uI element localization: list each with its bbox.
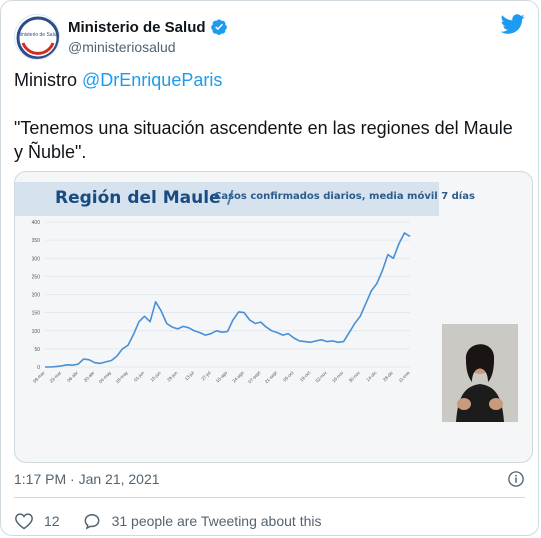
x-tick-label: 29-jun bbox=[166, 370, 179, 383]
x-tick-label: 24-ago bbox=[231, 370, 245, 384]
tweet-header: Ministerio de Salud Ministerio de Salud … bbox=[14, 14, 525, 62]
x-tick-label: 28-dic bbox=[382, 370, 395, 383]
tweet-prefix: Ministro bbox=[14, 70, 83, 90]
chart-image: Región del Maule / Casos confirmados dia… bbox=[15, 172, 532, 462]
x-tick-label: 23-mar bbox=[49, 370, 63, 384]
tweet-line-1: Ministro @DrEnriqueParis bbox=[14, 68, 524, 92]
y-tick-label: 200 bbox=[32, 293, 41, 299]
x-tick-label: 09-mar bbox=[32, 370, 46, 384]
x-tick-label: 02-nov bbox=[314, 370, 328, 384]
tweet-text: Ministro @DrEnriqueParis "Tenemos una si… bbox=[14, 68, 524, 164]
x-tick-label: 10-ago bbox=[215, 370, 229, 384]
y-tick-label: 300 bbox=[32, 256, 41, 262]
x-tick-label: 07-sept bbox=[247, 370, 262, 385]
x-tick-label: 21-sept bbox=[264, 370, 279, 385]
author-row: Ministerio de Salud bbox=[68, 18, 228, 36]
x-tick-label: 06-abr bbox=[66, 370, 79, 383]
tweet-media[interactable]: Región del Maule / Casos confirmados dia… bbox=[14, 171, 533, 463]
x-tick-label: 14-dic bbox=[365, 370, 378, 383]
y-tick-label: 0 bbox=[37, 365, 40, 371]
series-line-0 bbox=[45, 232, 411, 368]
tweeting-text: 31 people are Tweeting about this bbox=[111, 513, 322, 529]
author-handle[interactable]: @ministeriosalud bbox=[68, 39, 176, 55]
verified-badge-icon bbox=[210, 19, 227, 35]
x-tick-label: 20-abr bbox=[83, 370, 96, 383]
x-tick-label: 30-nov bbox=[348, 370, 362, 384]
y-tick-label: 400 bbox=[32, 220, 41, 226]
author-name[interactable]: Ministerio de Salud bbox=[68, 19, 206, 36]
x-tick-label: 16-nov bbox=[331, 370, 345, 384]
tweet-actions: 12 31 people are Tweeting about this bbox=[14, 511, 321, 531]
y-tick-label: 50 bbox=[34, 347, 40, 353]
like-count: 12 bbox=[44, 513, 60, 529]
mention-link[interactable]: @DrEnriqueParis bbox=[82, 70, 222, 90]
avatar[interactable]: Ministerio de Salud bbox=[14, 14, 60, 60]
x-tick-label: 01-jun bbox=[133, 370, 146, 383]
x-tick-label: 04-may bbox=[98, 370, 113, 385]
interpreter-figure-icon bbox=[442, 324, 518, 422]
twitter-bird-icon[interactable] bbox=[501, 12, 525, 36]
info-icon[interactable] bbox=[507, 470, 525, 488]
x-tick-label: 05-oct bbox=[282, 370, 295, 383]
reply-bubble-icon bbox=[84, 513, 99, 530]
y-tick-label: 250 bbox=[32, 274, 41, 280]
x-tick-label: 11-ene bbox=[397, 370, 411, 384]
x-tick-label: 19-oct bbox=[299, 370, 312, 383]
tweet-card: Ministerio de Salud Ministerio de Salud … bbox=[0, 0, 539, 536]
tweeting-link[interactable]: 31 people are Tweeting about this bbox=[82, 511, 322, 531]
y-tick-label: 150 bbox=[32, 311, 41, 317]
ministry-logo-icon: Ministerio de Salud bbox=[16, 16, 60, 59]
divider bbox=[14, 497, 525, 498]
heart-icon bbox=[15, 513, 33, 530]
x-tick-label: 18-may bbox=[115, 370, 130, 385]
y-tick-label: 100 bbox=[32, 329, 41, 335]
like-button[interactable]: 12 bbox=[14, 511, 60, 531]
sign-language-interpreter bbox=[442, 324, 518, 422]
tweet-quote: "Tenemos una situación ascendente en las… bbox=[14, 118, 513, 162]
x-tick-label: 15-jun bbox=[149, 370, 162, 383]
x-tick-label: 13-jul bbox=[184, 370, 195, 381]
avatar-logo-text: Ministerio de Salud bbox=[17, 32, 60, 38]
tweet-timestamp[interactable]: 1:17 PM · Jan 21, 2021 bbox=[14, 471, 160, 487]
x-tick-label: 27-jul bbox=[200, 370, 211, 381]
y-tick-label: 350 bbox=[32, 238, 41, 244]
